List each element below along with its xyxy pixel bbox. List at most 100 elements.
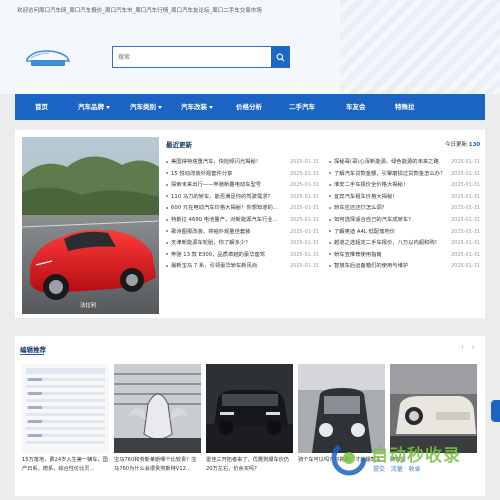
- list-item[interactable]: 美国得特塔重汽车，快险频闪光揭秘！ 2025-01-31: [166, 157, 326, 169]
- nav-item-home[interactable]: 首页: [35, 94, 48, 120]
- list-item-date: 2025-01-31: [290, 193, 320, 200]
- nav-label: 二手汽车: [289, 103, 315, 111]
- list-item[interactable]: 轿车宣推荐使用指南 2025-01-31: [329, 250, 481, 262]
- list-item-title: 了解奥迪 A4L 低配落地价: [329, 227, 395, 239]
- list-item-date: 2025-01-31: [290, 170, 320, 177]
- list-item[interactable]: 了解奥迪 A4L 低配落地价 2025-01-31: [329, 227, 481, 239]
- hero-image[interactable]: 法拉利: [22, 137, 159, 314]
- list-item-text: 智旅车后运备箱们的使用与维护: [334, 263, 409, 270]
- bullet-icon: [166, 253, 168, 256]
- list-item-title: 轿车宣推荐使用指南: [329, 250, 382, 262]
- list-item-title: 美国得特塔重汽车，快险频闪光揭秘！: [166, 157, 261, 169]
- card-image-emblem: [114, 364, 201, 453]
- card-image-table: [22, 364, 109, 453]
- nav-label: 汽车改装: [181, 103, 207, 111]
- nav-item-modification[interactable]: 汽车改装: [181, 94, 213, 120]
- search-input[interactable]: [118, 50, 258, 64]
- list-item-date: 2025-01-31: [451, 170, 481, 177]
- list-item-text: 最新宝马 7 系，引领豪华轿车新风尚: [171, 263, 258, 270]
- today-label: 今日更新: [445, 142, 468, 148]
- list-item-text: 越道之选超定二手车报价，八万以内超和购！: [334, 240, 440, 247]
- list-item[interactable]: 轿车应还还灯怎么调？ 2025-01-31: [329, 203, 481, 215]
- list-item-date: 2025-01-31: [451, 251, 481, 258]
- nav-label: 首页: [35, 103, 48, 111]
- list-item-date: 2025-01-31: [451, 193, 481, 200]
- list-item[interactable]: 特斯拉 4680 电池量产，对新能源汽车行业... 2025-01-31: [166, 215, 326, 227]
- list-item-title: 探秘哥(哥)心浑新能源，绿色能源的未来之路: [329, 157, 439, 169]
- list-item-title: 宜宾汽车租车价格大揭秘！: [329, 192, 398, 204]
- list-item-date: 2025-01-31: [290, 228, 320, 235]
- search-button[interactable]: [271, 47, 289, 67]
- list-item-text: 探秘哥(哥)心浑新能源，绿色能源的未来之路: [334, 159, 439, 165]
- bullet-icon: [329, 241, 331, 244]
- watermark: 自动秒收录 提交 · 流量 · 收录: [331, 440, 496, 478]
- list-item-date: 2025-01-31: [451, 205, 481, 212]
- latest-title: 最近更新: [166, 141, 192, 149]
- list-item[interactable]: 天津新能源车轮胎，你了解多少？ 2025-01-31: [166, 238, 326, 250]
- nav-item-special[interactable]: 特殊拉: [395, 94, 415, 120]
- header-bar: 欢迎访问周口汽车网_周口汽车报价_周口汽车市_周口汽车行情_周口汽车友论坛_周口…: [0, 0, 500, 94]
- list-item-title: 越道之选超定二手车报价，八万以内超和购！: [329, 238, 440, 250]
- nav-item-car-club[interactable]: 车友会: [346, 94, 366, 120]
- list-item[interactable]: 宜宾汽车租车价格大揭秘！ 2025-01-31: [329, 192, 481, 204]
- list-item-date: 2025-01-31: [290, 217, 320, 223]
- watermark-title: 自动秒收录: [371, 446, 461, 466]
- list-item[interactable]: 如何选择适合自己的汽车成轿车？ 2025-01-31: [329, 215, 481, 227]
- back-to-top-button[interactable]: [491, 400, 500, 422]
- bullet-icon: [166, 206, 168, 209]
- bullet-icon: [166, 195, 168, 198]
- bullet-icon: [166, 183, 168, 186]
- list-item-text: 如何选择适合自己的汽车成轿车？: [334, 217, 414, 223]
- today-count: 今日更新 130: [445, 140, 480, 148]
- header-decoration: [340, 0, 500, 94]
- bullet-icon: [166, 241, 168, 244]
- list-item-title: 110 马力的轿车，能否满足你的驾驶需求？: [166, 192, 273, 204]
- search-icon: [276, 53, 284, 61]
- next-arrow-icon[interactable]: ›: [472, 343, 475, 351]
- list-item-date: 2025-01-31: [290, 240, 320, 247]
- list-item-text: 奔驰 13 款 E300，品质卓越的豪华座驾: [171, 251, 266, 258]
- prev-arrow-icon[interactable]: ‹: [461, 343, 464, 351]
- list-item[interactable]: 越道之选超定二手车报价，八万以内超和购！ 2025-01-31: [329, 238, 481, 250]
- list-item-date: 2025-01-31: [451, 240, 481, 247]
- nav-item-categories[interactable]: 汽车类别: [130, 94, 162, 120]
- list-item-title: 15 悦动改装外观套件分享: [166, 169, 232, 181]
- nav-label: 价格分析: [236, 103, 262, 111]
- list-item-date: 2025-01-31: [451, 217, 481, 223]
- list-item[interactable]: 15 悦动改装外观套件分享 2025-01-31: [166, 169, 326, 181]
- editor-card[interactable]: 宝马760和劳斯莱斯哪个比较贵？宝马760为什么会很贵劳斯特V12...: [114, 364, 201, 490]
- watermark-logo-icon: [331, 440, 367, 476]
- list-item[interactable]: 最新宝马 7 系，引领豪华轿车新风尚 2025-01-31: [166, 261, 326, 273]
- list-item[interactable]: 奔驰 13 款 E300，品质卓越的豪华座驾 2025-01-31: [166, 250, 326, 262]
- nav-item-used-cars[interactable]: 二手汽车: [289, 94, 315, 120]
- list-item[interactable]: 歌诗图报改装，将袖外观量佳套装 2025-01-31: [166, 227, 326, 239]
- nav-item-brands[interactable]: 汽车品牌: [78, 94, 110, 120]
- list-item[interactable]: 110 马力的轿车，能否满足你的驾驶需求？ 2025-01-31: [166, 192, 326, 204]
- list-item[interactable]: 智旅车后运备箱们的使用与维护 2025-01-31: [329, 261, 481, 273]
- list-item-text: 天津新能源车轮胎，你了解多少？: [171, 240, 251, 247]
- list-item-date: 2025-01-31: [290, 159, 320, 165]
- list-item-text: 轿车应还还灯怎么调？: [334, 205, 387, 212]
- list-item-text: 600 元在电动汽车价格大揭秘！你想知道的...: [171, 205, 278, 212]
- editor-title: 编辑推荐: [20, 346, 46, 354]
- nav-item-price-analysis[interactable]: 价格分析: [236, 94, 262, 120]
- editor-card[interactable]: 雷佳三开拓者来了，优雅狗爆车价仍20万左右，价余买吗？: [206, 364, 293, 490]
- list-item[interactable]: 淮安二手车报价全价格大揭秘！ 2025-01-31: [329, 180, 481, 192]
- editor-card[interactable]: 15万落地，费24岁入生第一辆车，国产日系，德系，综合性价比灵...: [22, 364, 109, 490]
- list-item-text: 了解汽车贷款金额，引擎磨损过贷款金怎么办？: [334, 170, 446, 177]
- bullet-icon: [329, 183, 331, 186]
- list-item-title: 轿车应还还灯怎么调？: [329, 203, 387, 215]
- list-item-date: 2025-01-31: [290, 182, 320, 189]
- site-logo[interactable]: [23, 47, 73, 67]
- list-item-title: 歌诗图报改装，将袖外观量佳套装: [166, 227, 250, 239]
- bullet-icon: [329, 206, 331, 209]
- list-item-text: 美国得特塔重汽车，快险频闪光揭秘！: [171, 159, 262, 165]
- bullet-icon: [329, 195, 331, 198]
- list-item[interactable]: 了解汽车贷款金额，引擎磨损过贷款金怎么办？ 2025-01-31: [329, 169, 481, 181]
- list-item-date: 2025-01-31: [290, 263, 320, 270]
- hero-car-photo: [22, 137, 159, 314]
- list-item[interactable]: 探索未来出行——奔驰新叠电动车型号 2025-01-31: [166, 180, 326, 192]
- list-item[interactable]: 探秘哥(哥)心浑新能源，绿色能源的未来之路 2025-01-31: [329, 157, 481, 169]
- chevron-down-icon: [209, 105, 213, 109]
- list-item[interactable]: 600 元在电动汽车价格大揭秘！你想知道的... 2025-01-31: [166, 203, 326, 215]
